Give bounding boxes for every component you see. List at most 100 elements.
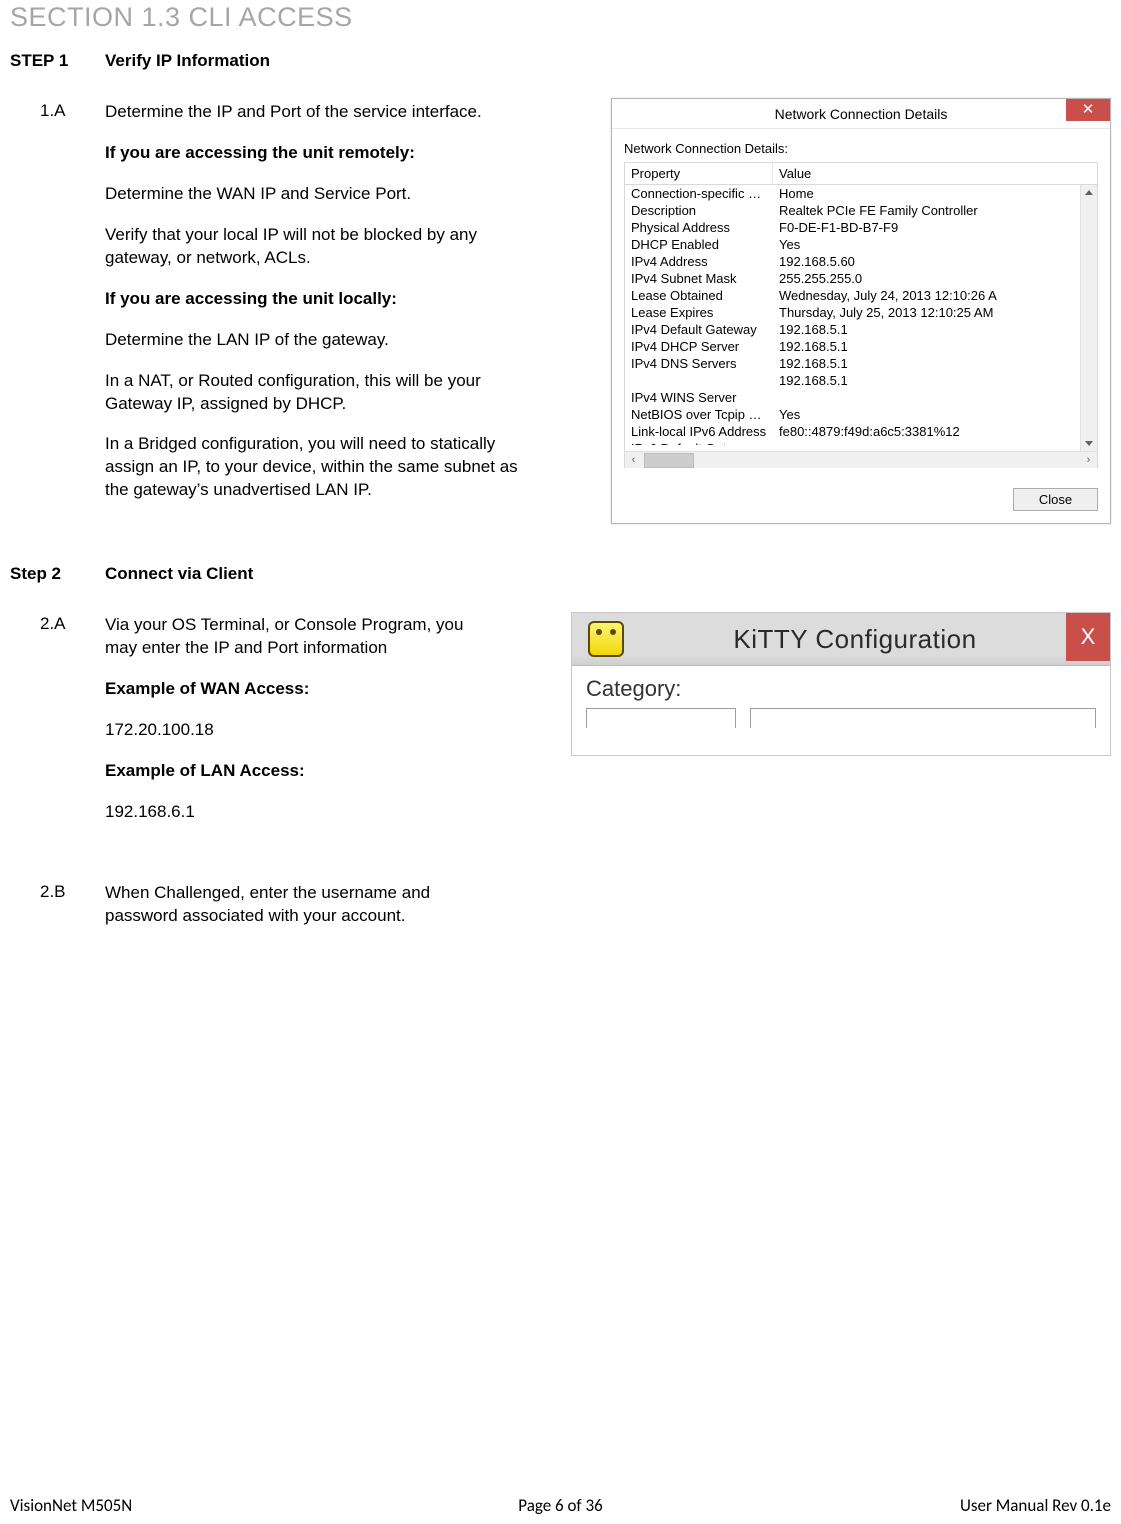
- value-cell: Thursday, July 25, 2013 12:10:25 AM: [773, 304, 1097, 321]
- value-cell: fe80::4879:f49d:a6c5:3381%12: [773, 423, 1097, 440]
- value-cell: Yes: [773, 236, 1097, 253]
- wan-ip: 172.20.100.18: [105, 719, 495, 742]
- kitty-settings-panel[interactable]: [750, 708, 1096, 728]
- scroll-thumb[interactable]: [644, 453, 694, 468]
- text: Determine the WAN IP and Service Port.: [105, 183, 535, 206]
- footer-right: User Manual Rev 0.1e: [744, 1495, 1111, 1516]
- table-row[interactable]: IPv4 WINS Server: [625, 389, 1097, 406]
- value-cell: F0-DE-F1-BD-B7-F9: [773, 219, 1097, 236]
- heading-remote: If you are accessing the unit remotely:: [105, 142, 535, 165]
- step2a-body: Via your OS Terminal, or Console Program…: [105, 614, 495, 842]
- table-row[interactable]: DescriptionRealtek PCIe FE Family Contro…: [625, 202, 1097, 219]
- text: Verify that your local IP will not be bl…: [105, 224, 535, 270]
- value-cell: [773, 440, 1097, 445]
- text: Via your OS Terminal, or Console Program…: [105, 614, 495, 660]
- value-cell: 192.168.5.1: [773, 372, 1097, 389]
- table-row[interactable]: IPv6 Default Gateway: [625, 440, 1097, 445]
- property-cell: Lease Obtained: [625, 287, 773, 304]
- step2-title: Connect via Client: [105, 564, 253, 584]
- value-cell: 192.168.5.1: [773, 355, 1097, 372]
- value-cell: 255.255.255.0: [773, 270, 1097, 287]
- ncd-col-property[interactable]: Property: [625, 163, 773, 184]
- heading-wan-example: Example of WAN Access:: [105, 678, 495, 701]
- property-cell: IPv4 Subnet Mask: [625, 270, 773, 287]
- value-cell: 192.168.5.1: [773, 338, 1097, 355]
- close-button[interactable]: Close: [1013, 488, 1098, 511]
- heading-local: If you are accessing the unit locally:: [105, 288, 535, 311]
- kitty-category-label: Category:: [586, 676, 1096, 702]
- scroll-left-icon[interactable]: ‹: [625, 452, 642, 469]
- table-row[interactable]: Physical AddressF0-DE-F1-BD-B7-F9: [625, 219, 1097, 236]
- footer-center: Page 6 of 36: [377, 1495, 744, 1516]
- heading-lan-example: Example of LAN Access:: [105, 760, 495, 783]
- table-row[interactable]: Link-local IPv6 Addressfe80::4879:f49d:a…: [625, 423, 1097, 440]
- value-cell: [773, 389, 1097, 406]
- table-row[interactable]: Connection-specific DN...Home: [625, 185, 1097, 202]
- property-cell: IPv4 Address: [625, 253, 773, 270]
- value-cell: Wednesday, July 24, 2013 12:10:26 A: [773, 287, 1097, 304]
- value-cell: Realtek PCIe FE Family Controller: [773, 202, 1097, 219]
- table-row[interactable]: IPv4 DHCP Server192.168.5.1: [625, 338, 1097, 355]
- step2-header: Step 2 Connect via Client: [10, 564, 1111, 584]
- kitty-configuration-window: KiTTY Configuration X Category:: [571, 612, 1111, 756]
- property-cell: Physical Address: [625, 219, 773, 236]
- ncd-table: Property Value Connection-specific DN...…: [624, 162, 1098, 468]
- ncd-caption: Network Connection Details:: [624, 141, 1098, 156]
- property-cell: Description: [625, 202, 773, 219]
- step2a-label: 2.A: [40, 614, 105, 842]
- value-cell: Yes: [773, 406, 1097, 423]
- property-cell: Connection-specific DN...: [625, 185, 773, 202]
- ncd-col-value[interactable]: Value: [773, 163, 1097, 184]
- text: When Challenged, enter the username and …: [105, 882, 495, 928]
- property-cell: DHCP Enabled: [625, 236, 773, 253]
- table-row[interactable]: Lease ObtainedWednesday, July 24, 2013 1…: [625, 287, 1097, 304]
- value-cell: Home: [773, 185, 1097, 202]
- property-cell: IPv4 DHCP Server: [625, 338, 773, 355]
- kitty-category-tree[interactable]: [586, 708, 736, 728]
- text: Determine the IP and Port of the service…: [105, 101, 535, 124]
- network-connection-details-window: Network Connection Details ✕ Network Con…: [611, 98, 1111, 524]
- ncd-title: Network Connection Details: [775, 106, 948, 122]
- close-icon[interactable]: X: [1066, 613, 1110, 661]
- table-row[interactable]: NetBIOS over Tcpip En...Yes: [625, 406, 1097, 423]
- ncd-titlebar[interactable]: Network Connection Details ✕: [612, 99, 1110, 129]
- text: Determine the LAN IP of the gateway.: [105, 329, 535, 352]
- step2b-body: When Challenged, enter the username and …: [105, 882, 495, 946]
- step1-header: STEP 1 Verify IP Information: [10, 51, 1111, 71]
- table-row[interactable]: IPv4 Subnet Mask255.255.255.0: [625, 270, 1097, 287]
- section-title: SECTION 1.3 CLI ACCESS: [10, 2, 1111, 33]
- horizontal-scrollbar[interactable]: ‹ ›: [625, 451, 1097, 468]
- text: In a Bridged configuration, you will nee…: [105, 433, 535, 502]
- page-footer: VisionNet M505N Page 6 of 36 User Manual…: [10, 1495, 1111, 1516]
- step2-label: Step 2: [10, 564, 105, 584]
- property-cell: NetBIOS over Tcpip En...: [625, 406, 773, 423]
- property-cell: Link-local IPv6 Address: [625, 423, 773, 440]
- step1a-body: Determine the IP and Port of the service…: [105, 101, 535, 524]
- kitty-titlebar[interactable]: KiTTY Configuration X: [571, 612, 1111, 666]
- table-row[interactable]: 192.168.5.1: [625, 372, 1097, 389]
- step1-label: STEP 1: [10, 51, 105, 71]
- value-cell: 192.168.5.1: [773, 321, 1097, 338]
- scroll-right-icon[interactable]: ›: [1080, 452, 1097, 469]
- property-cell: IPv4 DNS Servers: [625, 355, 773, 372]
- close-icon[interactable]: ✕: [1066, 99, 1110, 121]
- step1a-label: 1.A: [40, 101, 105, 524]
- value-cell: 192.168.5.60: [773, 253, 1097, 270]
- vertical-scrollbar[interactable]: [1080, 185, 1097, 451]
- kitty-icon: [588, 621, 624, 657]
- step1-title: Verify IP Information: [105, 51, 270, 71]
- property-cell: Lease Expires: [625, 304, 773, 321]
- property-cell: [625, 372, 773, 389]
- table-row[interactable]: IPv4 Address192.168.5.60: [625, 253, 1097, 270]
- property-cell: IPv4 Default Gateway: [625, 321, 773, 338]
- table-row[interactable]: IPv4 DNS Servers192.168.5.1: [625, 355, 1097, 372]
- lan-ip: 192.168.6.1: [105, 801, 495, 824]
- property-cell: IPv4 WINS Server: [625, 389, 773, 406]
- step2b-label: 2.B: [40, 882, 105, 946]
- table-row[interactable]: Lease ExpiresThursday, July 25, 2013 12:…: [625, 304, 1097, 321]
- property-cell: IPv6 Default Gateway: [625, 440, 773, 445]
- text: In a NAT, or Routed configuration, this …: [105, 370, 535, 416]
- footer-left: VisionNet M505N: [10, 1495, 377, 1516]
- table-row[interactable]: IPv4 Default Gateway192.168.5.1: [625, 321, 1097, 338]
- table-row[interactable]: DHCP EnabledYes: [625, 236, 1097, 253]
